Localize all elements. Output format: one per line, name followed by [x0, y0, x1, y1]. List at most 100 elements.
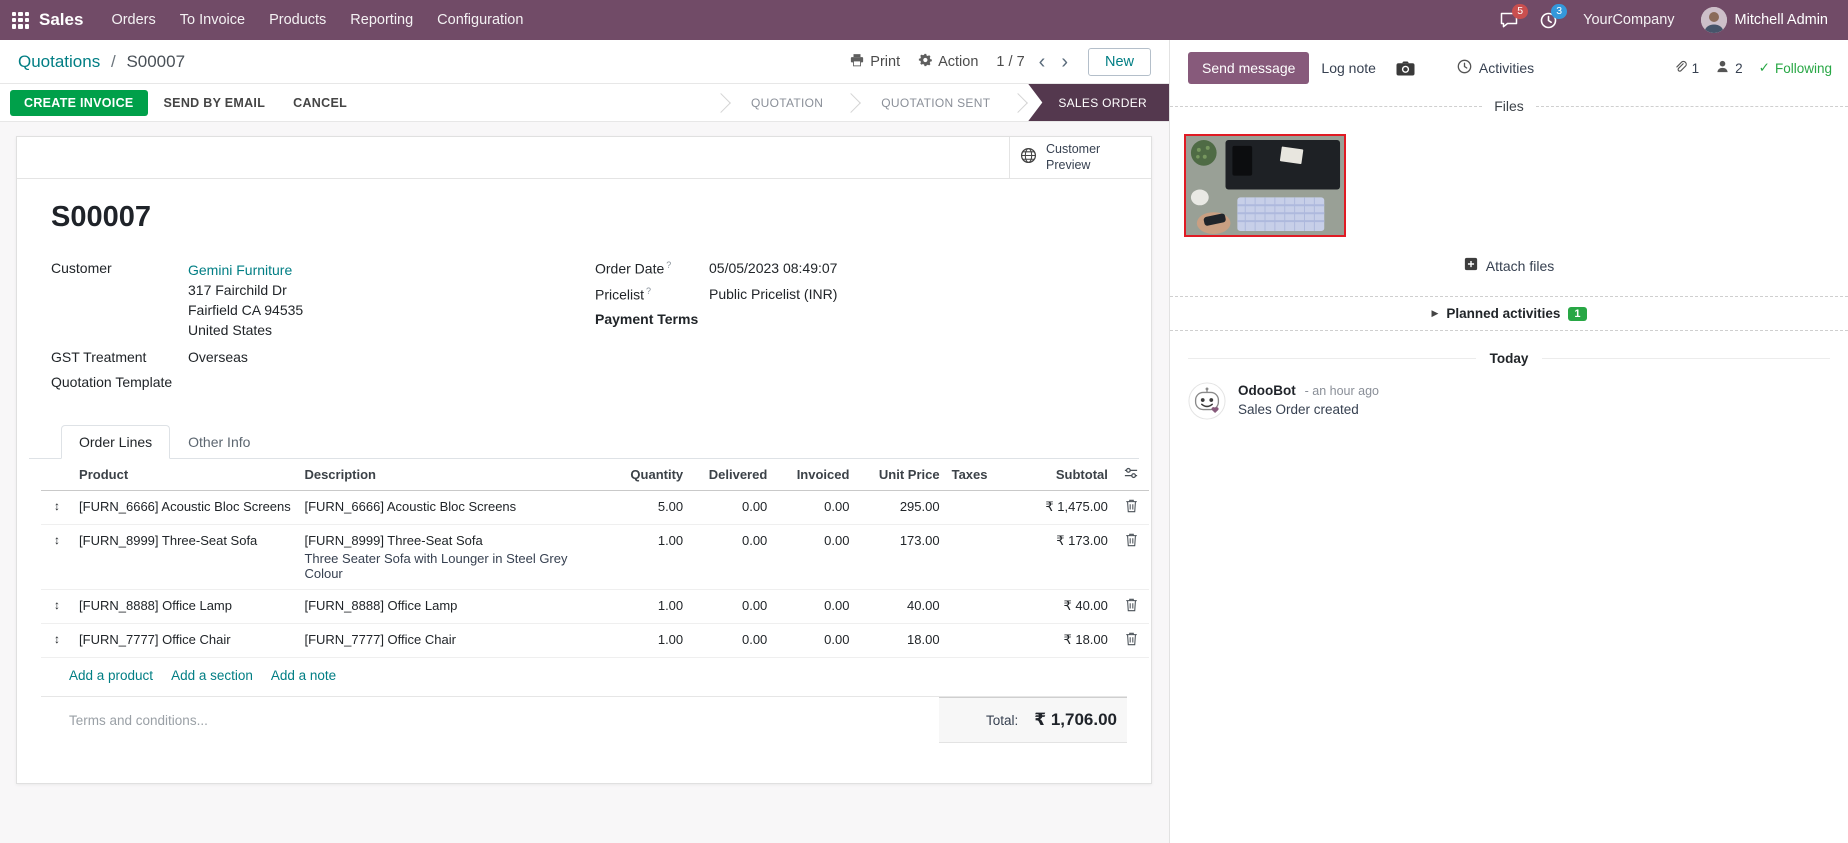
- total-value: ₹ 1,706.00: [1034, 710, 1117, 730]
- menu-orders[interactable]: Orders: [99, 0, 167, 40]
- terms-and-conditions-input[interactable]: Terms and conditions...: [41, 697, 208, 728]
- breadcrumb-quotations[interactable]: Quotations: [18, 52, 100, 71]
- cell-quantity[interactable]: 1.00: [611, 590, 689, 624]
- print-button[interactable]: Print: [850, 53, 900, 71]
- stage-sales-order[interactable]: SALES ORDER: [1028, 84, 1169, 121]
- following-toggle[interactable]: ✓ Following: [1759, 60, 1832, 76]
- cell-quantity[interactable]: 1.00: [611, 525, 689, 590]
- table-row[interactable]: ↕ [FURN_7777] Office Chair [FURN_7777] O…: [41, 624, 1149, 658]
- pricelist-value[interactable]: Public Pricelist (INR): [709, 286, 837, 303]
- order-date-value[interactable]: 05/05/2023 08:49:07: [709, 260, 837, 277]
- followers-counter[interactable]: 2: [1715, 59, 1743, 77]
- message-author[interactable]: OdooBot: [1238, 383, 1296, 398]
- cell-unit-price[interactable]: 173.00: [855, 525, 945, 590]
- company-switcher[interactable]: YourCompany: [1579, 0, 1678, 40]
- table-row[interactable]: ↕ [FURN_8999] Three-Seat Sofa [FURN_8999…: [41, 525, 1149, 590]
- col-subtotal[interactable]: Subtotal: [1012, 459, 1114, 491]
- delete-line-icon[interactable]: [1125, 533, 1138, 547]
- cancel-button[interactable]: CANCEL: [281, 90, 359, 116]
- drag-handle-icon[interactable]: ↕: [41, 590, 73, 624]
- cell-product[interactable]: [FURN_7777] Office Chair: [73, 624, 298, 658]
- tab-other-info[interactable]: Other Info: [170, 425, 268, 459]
- cell-invoiced[interactable]: 0.00: [773, 525, 855, 590]
- cell-subtotal: ₹ 40.00: [1012, 590, 1114, 624]
- cell-delivered[interactable]: 0.00: [689, 590, 773, 624]
- breadcrumb-current: S00007: [126, 52, 185, 71]
- send-message-button[interactable]: Send message: [1188, 52, 1309, 84]
- customer-preview-button[interactable]: Customer Preview: [1009, 137, 1151, 178]
- cell-product[interactable]: [FURN_8999] Three-Seat Sofa: [73, 525, 298, 590]
- cell-taxes[interactable]: [946, 491, 1012, 525]
- add-section-link[interactable]: Add a section: [171, 668, 253, 683]
- menu-configuration[interactable]: Configuration: [425, 0, 535, 40]
- cell-description[interactable]: [FURN_8999] Three-Seat Sofa Three Seater…: [298, 525, 611, 590]
- user-menu[interactable]: Mitchell Admin: [1701, 7, 1828, 33]
- add-product-link[interactable]: Add a product: [69, 668, 153, 683]
- col-quantity[interactable]: Quantity: [611, 459, 689, 491]
- add-note-link[interactable]: Add a note: [271, 668, 336, 683]
- stage-quotation[interactable]: QUOTATION: [731, 84, 843, 121]
- cell-unit-price[interactable]: 18.00: [855, 624, 945, 658]
- attach-files-button[interactable]: Attach files: [1170, 257, 1848, 274]
- cell-product[interactable]: [FURN_6666] Acoustic Bloc Screens: [73, 491, 298, 525]
- activities-clock-icon[interactable]: 3: [1540, 12, 1557, 29]
- attachment-thumbnail[interactable]: [1184, 134, 1346, 237]
- cell-taxes[interactable]: [946, 525, 1012, 590]
- cell-taxes[interactable]: [946, 590, 1012, 624]
- activities-button[interactable]: Activities: [1457, 59, 1534, 77]
- apps-menu-icon[interactable]: [12, 12, 29, 29]
- optional-columns-icon[interactable]: [1124, 466, 1138, 480]
- app-name[interactable]: Sales: [39, 10, 83, 30]
- col-delivered[interactable]: Delivered: [689, 459, 773, 491]
- attachments-counter[interactable]: 1: [1673, 60, 1700, 77]
- delete-line-icon[interactable]: [1125, 632, 1138, 646]
- cell-delivered[interactable]: 0.00: [689, 491, 773, 525]
- cell-quantity[interactable]: 1.00: [611, 624, 689, 658]
- customer-link[interactable]: Gemini Furniture: [188, 260, 303, 280]
- pager-next-icon[interactable]: ›: [1059, 52, 1070, 72]
- menu-reporting[interactable]: Reporting: [338, 0, 425, 40]
- delete-line-icon[interactable]: [1125, 499, 1138, 513]
- col-invoiced[interactable]: Invoiced: [773, 459, 855, 491]
- cell-taxes[interactable]: [946, 624, 1012, 658]
- col-unit-price[interactable]: Unit Price: [855, 459, 945, 491]
- planned-activities-toggle[interactable]: Planned activities: [1446, 306, 1560, 321]
- cell-subtotal: ₹ 18.00: [1012, 624, 1114, 658]
- cell-delivered[interactable]: 0.00: [689, 624, 773, 658]
- attach-files-icon: [1464, 257, 1478, 274]
- stage-quotation-sent[interactable]: QUOTATION SENT: [861, 84, 1010, 121]
- new-button[interactable]: New: [1088, 48, 1151, 76]
- create-invoice-button[interactable]: CREATE INVOICE: [10, 90, 148, 116]
- user-name: Mitchell Admin: [1735, 12, 1828, 28]
- messages-icon[interactable]: 5: [1500, 12, 1518, 28]
- col-product[interactable]: Product: [73, 459, 298, 491]
- menu-to-invoice[interactable]: To Invoice: [168, 0, 257, 40]
- table-row[interactable]: ↕ [FURN_8888] Office Lamp [FURN_8888] Of…: [41, 590, 1149, 624]
- drag-handle-icon[interactable]: ↕: [41, 491, 73, 525]
- cell-invoiced[interactable]: 0.00: [773, 624, 855, 658]
- cell-description[interactable]: [FURN_7777] Office Chair: [298, 624, 611, 658]
- cell-description[interactable]: [FURN_6666] Acoustic Bloc Screens: [298, 491, 611, 525]
- col-description[interactable]: Description: [298, 459, 611, 491]
- drag-handle-icon[interactable]: ↕: [41, 624, 73, 658]
- cell-unit-price[interactable]: 295.00: [855, 491, 945, 525]
- pager-prev-icon[interactable]: ‹: [1037, 52, 1048, 72]
- cell-product[interactable]: [FURN_8888] Office Lamp: [73, 590, 298, 624]
- table-row[interactable]: ↕ [FURN_6666] Acoustic Bloc Screens [FUR…: [41, 491, 1149, 525]
- menu-products[interactable]: Products: [257, 0, 338, 40]
- cell-invoiced[interactable]: 0.00: [773, 491, 855, 525]
- log-note-button[interactable]: Log note: [1309, 52, 1388, 84]
- col-taxes[interactable]: Taxes: [946, 459, 1012, 491]
- action-button[interactable]: Action: [918, 53, 978, 71]
- cell-description[interactable]: [FURN_8888] Office Lamp: [298, 590, 611, 624]
- send-by-email-button[interactable]: SEND BY EMAIL: [152, 90, 278, 116]
- cell-quantity[interactable]: 5.00: [611, 491, 689, 525]
- tab-order-lines[interactable]: Order Lines: [61, 425, 170, 459]
- cell-delivered[interactable]: 0.00: [689, 525, 773, 590]
- delete-line-icon[interactable]: [1125, 598, 1138, 612]
- gst-treatment-value[interactable]: Overseas: [188, 349, 248, 365]
- drag-handle-icon[interactable]: ↕: [41, 525, 73, 590]
- camera-icon[interactable]: [1396, 61, 1415, 76]
- cell-unit-price[interactable]: 40.00: [855, 590, 945, 624]
- cell-invoiced[interactable]: 0.00: [773, 590, 855, 624]
